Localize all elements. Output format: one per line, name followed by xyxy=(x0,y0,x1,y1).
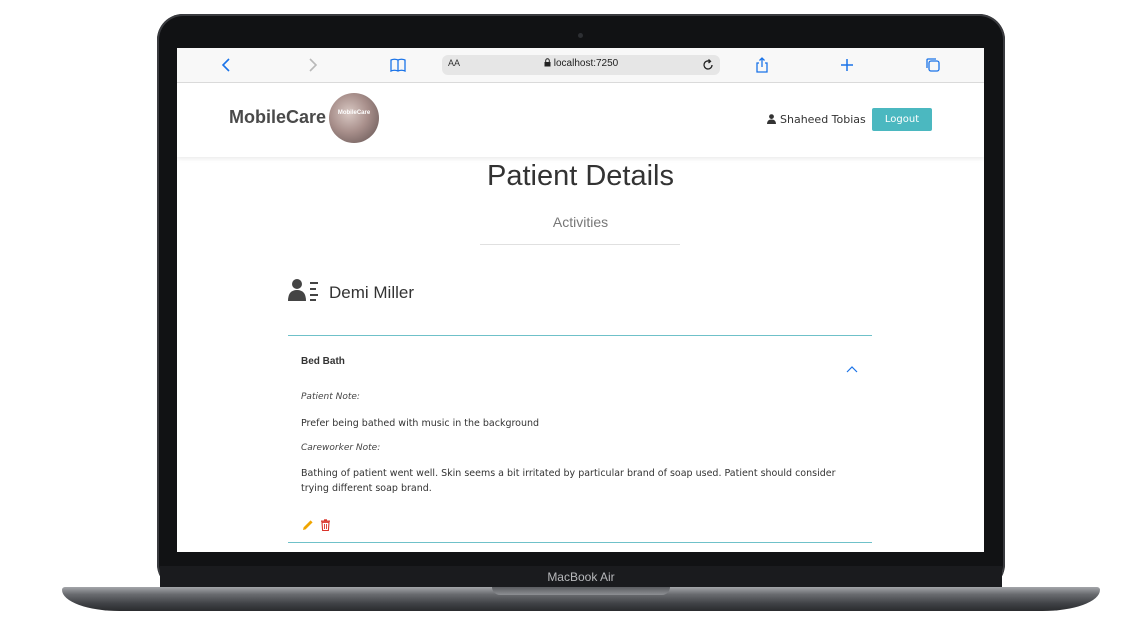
brand-name[interactable]: MobileCare xyxy=(229,107,326,128)
section-divider xyxy=(480,244,680,245)
chevron-right-icon[interactable] xyxy=(303,56,321,74)
activity-accordion: Bed Bath Patient Note: Prefer being bath… xyxy=(288,335,872,543)
camera-icon xyxy=(578,33,583,38)
careworker-note-text: Bathing of patient went well. Skin seems… xyxy=(301,468,836,494)
chevron-left-icon[interactable] xyxy=(218,56,236,74)
trash-icon[interactable] xyxy=(320,516,331,532)
careworker-note-label: Careworker Note: xyxy=(301,443,381,453)
user-name: Shaheed Tobias xyxy=(780,113,866,126)
patient-name: Demi Miller xyxy=(329,283,414,302)
tabs-icon[interactable] xyxy=(924,56,942,74)
url-display: localhost:7250 xyxy=(442,58,720,69)
reload-icon[interactable] xyxy=(701,57,715,71)
brand-logo[interactable]: MobileCare xyxy=(329,93,379,143)
plus-icon[interactable] xyxy=(838,56,856,74)
lock-icon xyxy=(544,58,551,67)
pencil-icon[interactable] xyxy=(302,516,314,530)
user-icon xyxy=(767,114,776,124)
section-title-activities: Activities xyxy=(552,214,609,230)
share-icon[interactable] xyxy=(753,56,771,74)
chevron-up-icon[interactable] xyxy=(846,358,858,373)
current-user[interactable]: Shaheed Tobias xyxy=(767,113,866,126)
url-text: localhost:7250 xyxy=(553,58,619,69)
laptop-notch xyxy=(492,587,670,595)
page-title: Patient Details xyxy=(487,160,674,192)
app-header: MobileCare MobileCare Shaheed Tobias Log… xyxy=(177,83,984,157)
logout-button[interactable]: Logout xyxy=(872,108,932,131)
patient-note-text: Prefer being bathed with music in the ba… xyxy=(301,418,540,429)
book-icon[interactable] xyxy=(389,56,407,74)
activity-title[interactable]: Bed Bath xyxy=(301,356,345,367)
patient-note-label: Patient Note: xyxy=(301,392,360,402)
address-bar[interactable]: AA localhost:7250 xyxy=(442,55,720,75)
laptop-model-label: MacBook Air xyxy=(547,570,615,584)
patient-card-icon xyxy=(288,278,320,302)
browser-toolbar: AA localhost:7250 xyxy=(177,48,984,83)
logo-text: MobileCare xyxy=(337,110,371,116)
laptop-screen: AA localhost:7250 MobileCare MobileCare … xyxy=(177,48,984,552)
